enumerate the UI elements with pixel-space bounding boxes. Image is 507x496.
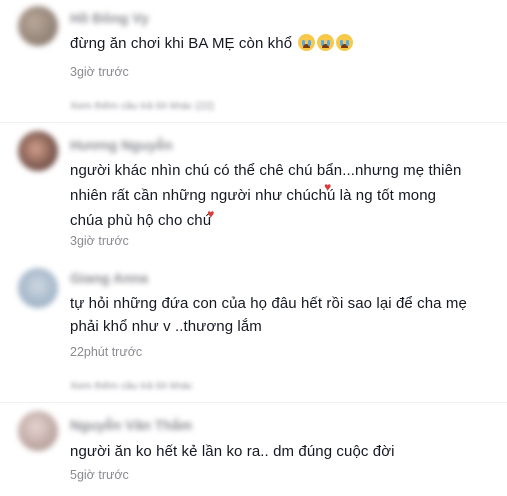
avatar[interactable] [18,411,58,451]
comment-username[interactable]: Hồ Đông Vy [70,10,149,26]
red-heart-icon: ♥ [207,207,215,221]
loudly-crying-face-icon [298,34,316,51]
comment-text: người khác nhìn chú có thể chê chú bẩn..… [70,159,490,232]
comment-username[interactable]: Nguyễn Văn Thắm [70,417,192,433]
comment-text-line: người khác nhìn chú có thể chê chú bẩn..… [70,162,462,179]
loudly-crying-face-icon [317,34,335,51]
comment-username[interactable]: Hương Nguyễn [70,137,173,153]
comment-text-line-body: chúa phù hộ cho chú [70,212,212,229]
avatar[interactable] [18,131,58,171]
comment-text-body: đừng ăn chơi khi BA MẸ còn khổ [70,35,293,52]
comment-text-line: chúa phù hộ cho chú♥ [70,207,490,232]
comment-time: 22phút trước [70,345,143,359]
comment-text: đừng ăn chơi khi BA MẸ còn khổ [70,32,490,55]
comment-username[interactable]: Giang Anna [70,270,148,286]
avatar[interactable] [18,6,58,46]
avatar[interactable] [18,268,58,308]
divider [0,122,507,123]
divider [0,402,507,403]
comment-text-line: nhiên rất cần những người như chúchú là … [70,180,490,207]
view-more-replies-link[interactable]: Xem thêm câu trả lời khác [70,380,192,392]
loudly-crying-face-icon [336,34,354,51]
red-heart-icon: ♥ [324,180,332,194]
comment-text-line-body: nhiên rất cần những người như chúchú là … [70,187,437,204]
comment-text-line: phải khổ như v ..thương lắm [70,318,262,335]
comment-time: 3giờ trước [70,65,129,79]
view-more-replies-link[interactable]: Xem thêm câu trả lời khác (22) [70,100,214,112]
comment-time: 5giờ trước [70,468,129,482]
comment-time: 3giờ trước [70,234,129,248]
comment-text: tự hỏi những đứa con của họ đâu hết rồi … [70,292,490,338]
comment-text-line: tự hỏi những đứa con của họ đâu hết rồi … [70,295,467,312]
comment-text: người ăn ko hết kẻ lần ko ra.. dm đúng c… [70,443,395,460]
